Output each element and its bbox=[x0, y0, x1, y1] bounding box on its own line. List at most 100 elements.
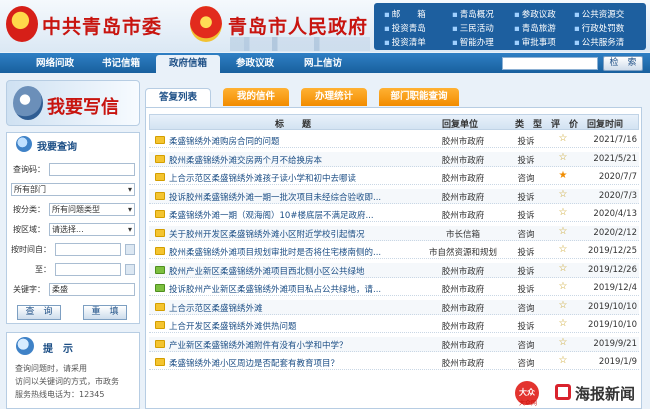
query-code-input[interactable] bbox=[49, 163, 135, 176]
nav-tab-wangluowenzheng[interactable]: 网络问政 bbox=[22, 55, 88, 73]
write-letter-button[interactable]: 我要写信 bbox=[6, 80, 140, 126]
watermark: 大众 大众网 海报新闻 bbox=[515, 381, 645, 407]
row-title-link[interactable]: 关于胶州开发区柔盛锦绣外滩小区附近学校引起情况 bbox=[169, 228, 414, 240]
site-search-input[interactable] bbox=[502, 57, 598, 70]
table-row[interactable]: 柔盛锦绣外滩小区周边是否配套有教育项目？ 胶州市政府 咨询 ☆ 2019/1/9 bbox=[149, 355, 639, 370]
haibao-logo-icon bbox=[555, 384, 571, 400]
nav-tab-shujixinxiang[interactable]: 书记信箱 bbox=[88, 55, 154, 73]
folder-icon bbox=[155, 173, 165, 181]
dazhong-logo-caption: 大众网 bbox=[519, 400, 538, 407]
table-row[interactable]: 柔盛锦绣外滩购房合同的问题 胶州市政府 投诉 ☆ 2021/7/16 bbox=[149, 133, 639, 148]
quick-link[interactable]: 行政处罚数 bbox=[574, 22, 625, 34]
quick-link[interactable]: 青岛旅游 bbox=[514, 22, 556, 34]
main-content: 答复列表 我的信件 办理统计 部门职能查询 标 题 回复单位 类 型 评 价 回… bbox=[145, 80, 642, 409]
quick-link[interactable]: 邮 箱 bbox=[384, 8, 426, 20]
table-row[interactable]: 柔盛锦绣外滩一期（观海阁）10#楼底层不满足政府... 胶州市政府 投诉 ☆ 2020/… bbox=[149, 207, 639, 222]
folder-icon bbox=[155, 339, 165, 348]
rating-star-icon: ☆ bbox=[558, 207, 568, 218]
calendar-icon[interactable] bbox=[125, 264, 135, 275]
keyword-label: 关键字： bbox=[13, 285, 45, 294]
row-title-link[interactable]: 胶州产业新区柔盛锦绣外滩项目西北侧小区公共绿地 bbox=[169, 265, 414, 277]
rating-star-icon: ☆ bbox=[558, 133, 568, 144]
quick-link[interactable]: 投资清单 bbox=[384, 36, 426, 48]
row-type: 投诉 bbox=[517, 266, 535, 277]
row-type: 咨询 bbox=[517, 229, 535, 240]
quick-link[interactable]: 青岛概况 bbox=[452, 8, 494, 20]
table-row[interactable]: 产业新区柔盛锦绣外滩附件有没有小学和中学？ 胶州市政府 咨询 ☆ 2019/9/21 bbox=[149, 336, 639, 352]
table-row[interactable]: 投诉胶州柔盛锦绣外滩一期一批次项目未经综合验收即... 胶州市政府 投诉 ☆ 2020/… bbox=[149, 188, 639, 204]
row-title-link[interactable]: 上合示范区柔盛锦绣外滩 bbox=[169, 302, 414, 314]
nav-tab-zhengfuxinxiang[interactable]: 政府信箱 bbox=[156, 55, 220, 73]
row-reply-unit: 胶州市政府 bbox=[441, 155, 485, 166]
table-row[interactable]: 胶州柔盛锦绣外滩交房两个月不给换房本 胶州市政府 投诉 ☆ 2021/5/21 bbox=[149, 151, 639, 167]
row-reply-unit: 胶州市政府 bbox=[441, 285, 485, 295]
folder-icon bbox=[155, 247, 165, 255]
row-type: 咨询 bbox=[517, 303, 535, 314]
quick-link[interactable]: 投资青岛 bbox=[384, 22, 426, 34]
row-title-link[interactable]: 柔盛锦绣外滩小区周边是否配套有教育项目？ bbox=[169, 357, 414, 369]
table-row[interactable]: 上合示范区柔盛锦绣外滩 胶州市政府 咨询 ☆ 2019/10/10 bbox=[149, 299, 639, 315]
table-row[interactable]: 关于胶州开发区柔盛锦绣外滩小区附近学校引起情况 市长信箱 咨询 ☆ 2020/2/12 bbox=[149, 225, 639, 241]
table-row[interactable]: 胶州产业新区柔盛锦绣外滩项目西北侧小区公共绿地 胶州市政府 投诉 ☆ 2019/12/2… bbox=[149, 262, 639, 278]
keyword-input[interactable]: 柔盛 bbox=[49, 283, 135, 296]
party-title: 中共青岛市委 bbox=[42, 16, 163, 38]
quick-link[interactable]: 三民活动 bbox=[452, 22, 494, 34]
main-nav: 网络问政 书记信箱 政府信箱 参政议政 网上信访 检 索 bbox=[0, 53, 650, 73]
row-reply-date: 2021/5/21 bbox=[593, 153, 637, 164]
row-title-link[interactable]: 柔盛锦绣外滩一期（观海阁）10#楼底层不满足政府... bbox=[169, 209, 414, 221]
row-title-link[interactable]: 柔盛锦绣外滩购房合同的问题 bbox=[169, 135, 414, 147]
row-reply-date: 2019/9/21 bbox=[593, 338, 637, 349]
row-title-link[interactable]: 胶州柔盛锦绣外滩项目规划审批时是否将住宅楼南侧的... bbox=[169, 246, 414, 258]
row-title-link[interactable]: 胶州柔盛锦绣外滩交房两个月不给换房本 bbox=[169, 154, 414, 166]
folder-icon bbox=[155, 284, 165, 292]
table-row[interactable]: 上合开发区柔盛锦绣外滩供热问题 胶州市政府 投诉 ☆ 2019/10/10 bbox=[149, 318, 639, 333]
quick-link[interactable]: 参政议政 bbox=[514, 8, 556, 20]
folder-icon bbox=[155, 321, 165, 329]
row-title-link[interactable]: 产业新区柔盛锦绣外滩附件有没有小学和中学？ bbox=[169, 339, 414, 351]
tab-reply-list[interactable]: 答复列表 bbox=[145, 88, 211, 108]
category-select[interactable]: 所有问题类型 bbox=[49, 203, 135, 216]
column-header-rating: 评 价 bbox=[551, 120, 579, 130]
tab-my-letters[interactable]: 我的信件 bbox=[223, 88, 289, 106]
reset-button[interactable]: 重 填 bbox=[83, 305, 127, 320]
quick-link[interactable]: 审批事项 bbox=[514, 36, 556, 48]
region-select[interactable]: 请选择... bbox=[49, 223, 135, 236]
row-title-link[interactable]: 投诉胶州柔盛锦绣外滩一期一批次项目未经综合验收即... bbox=[169, 191, 414, 203]
query-button[interactable]: 查 询 bbox=[17, 305, 61, 320]
nav-tab-canzhengyizheng[interactable]: 参政议政 bbox=[222, 55, 288, 73]
quick-links-panel: 邮 箱 青岛概况 参政议政 公共资源交 投资青岛 三民活动 青岛旅游 行政处罚数… bbox=[374, 3, 646, 50]
row-reply-unit: 胶州市政府 bbox=[441, 359, 485, 369]
date-to-label: 至： bbox=[35, 265, 51, 274]
quick-link[interactable]: 公共服务清 bbox=[574, 36, 625, 48]
row-type: 投诉 bbox=[517, 285, 535, 295]
row-reply-date: 2019/12/26 bbox=[588, 264, 637, 275]
quick-link[interactable]: 公共资源交 bbox=[574, 8, 625, 20]
tab-department-query[interactable]: 部门职能查询 bbox=[379, 88, 459, 106]
quill-pen-icon bbox=[13, 86, 43, 120]
row-title-link[interactable]: 上合示范区柔盛锦绣外滩孩子读小学和初中去哪读 bbox=[169, 172, 414, 184]
tips-panel: 提 示 查询问题时，请采用 访问以关键词的方式，市政务 服务热线电话为：1234… bbox=[6, 332, 140, 409]
row-reply-date: 2021/7/16 bbox=[593, 135, 637, 145]
date-from-input[interactable] bbox=[55, 243, 121, 256]
folder-icon bbox=[155, 358, 165, 366]
nav-tab-wangshangxinfang[interactable]: 网上信访 bbox=[290, 55, 356, 73]
tab-statistics[interactable]: 办理统计 bbox=[301, 88, 367, 106]
table-row[interactable]: 投诉胶州产业新区柔盛锦绣外滩项目私占公共绿地，请... 胶州市政府 投诉 ☆ 2019/… bbox=[149, 281, 639, 296]
table-row[interactable]: 胶州柔盛锦绣外滩项目规划审批时是否将住宅楼南侧的... 市自然资源和规划 投诉 ☆ 20… bbox=[149, 244, 639, 259]
row-title-link[interactable]: 上合开发区柔盛锦绣外滩供热问题 bbox=[169, 320, 414, 332]
table-row[interactable]: 上合示范区柔盛锦绣外滩孩子读小学和初中去哪读 胶州市政府 咨询 ★ 2020/7/7 bbox=[149, 170, 639, 185]
row-title-link[interactable]: 投诉胶州产业新区柔盛锦绣外滩项目私占公共绿地，请... bbox=[169, 283, 414, 295]
date-to-input[interactable] bbox=[55, 263, 121, 276]
department-select[interactable]: 所有部门 bbox=[11, 183, 135, 196]
write-letter-label: 我要写信 bbox=[47, 97, 119, 118]
search-button[interactable]: 检 索 bbox=[603, 56, 643, 71]
quick-link[interactable]: 智能办理 bbox=[452, 36, 494, 48]
rating-star-icon: ☆ bbox=[558, 188, 568, 200]
row-reply-unit: 胶州市政府 bbox=[441, 211, 485, 221]
category-label: 按分类： bbox=[13, 205, 45, 214]
query-panel: 我要查询 查询码： 所有部门 按分类： 所有问题类型 按区域： 请选择... 按… bbox=[6, 132, 140, 324]
query-title: 我要查询 bbox=[37, 142, 77, 153]
calendar-icon[interactable] bbox=[125, 244, 135, 255]
row-reply-unit: 胶州市政府 bbox=[441, 137, 485, 147]
row-reply-unit: 胶州市政府 bbox=[441, 322, 485, 332]
